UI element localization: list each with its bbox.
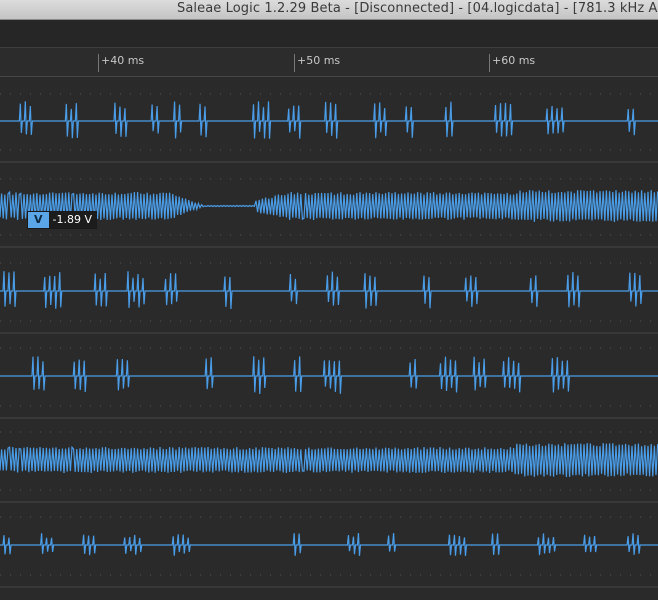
toolbar-strip [0, 20, 658, 48]
ruler-tick-60 [489, 54, 490, 72]
waveform-trace [0, 356, 658, 395]
ruler-label-40: +40 ms [101, 54, 145, 67]
channel-4[interactable] [0, 347, 658, 419]
measurement-value: -1.89 V [48, 212, 96, 228]
channel-5[interactable] [0, 431, 658, 503]
channel-6[interactable] [0, 516, 658, 588]
measurement-badge[interactable]: V -1.89 V [27, 211, 97, 229]
channel-area[interactable] [0, 77, 658, 600]
waveform-trace [0, 271, 658, 310]
waveform-trace [0, 101, 658, 139]
ruler-label-50: +50 ms [297, 54, 341, 67]
title-bar: Saleae Logic 1.2.29 Beta - [Disconnected… [0, 0, 658, 20]
ruler-tick-40 [98, 54, 99, 72]
window-title: Saleae Logic 1.2.29 Beta - [Disconnected… [177, 1, 658, 16]
channel-3[interactable] [0, 262, 658, 334]
channel-1[interactable] [0, 93, 658, 163]
ruler-label-60: +60 ms [492, 54, 536, 67]
waveform-trace [0, 190, 658, 223]
channel-2[interactable] [0, 178, 658, 248]
measurement-type-label: V [28, 212, 49, 228]
waveform-trace [0, 532, 658, 557]
time-ruler[interactable]: +40 ms +50 ms +60 ms [0, 48, 658, 77]
waveform-canvas[interactable] [0, 77, 658, 600]
waveform-trace [0, 443, 658, 478]
ruler-tick-50 [294, 54, 295, 72]
